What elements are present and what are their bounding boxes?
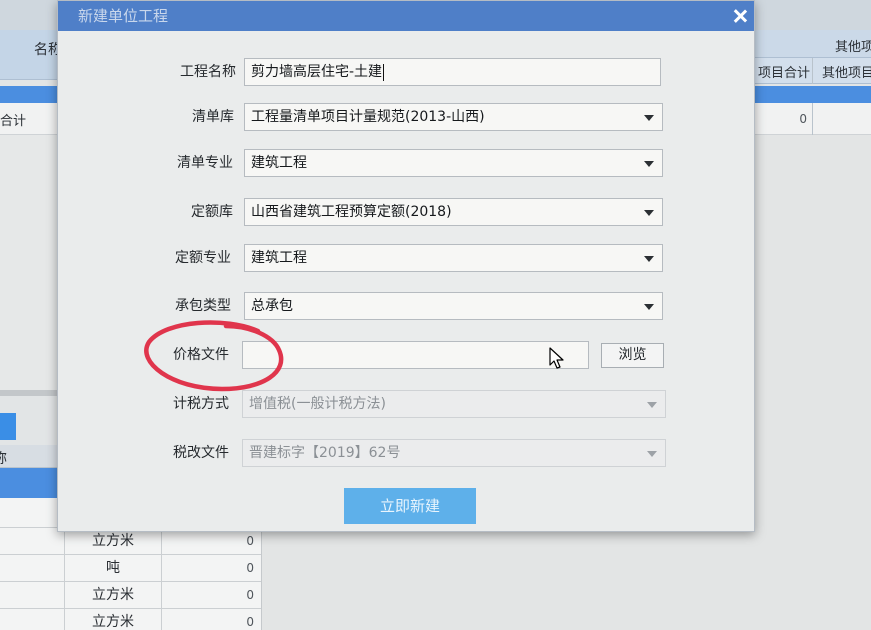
total-row[interactable]: 合计 [0,103,57,135]
toolbar-button[interactable] [0,413,16,440]
contract-type-select[interactable]: 总承包 [244,292,663,320]
create-now-button[interactable]: 立即新建 [344,488,476,524]
chevron-down-icon[interactable] [644,115,654,121]
empty-cell [0,528,65,555]
empty-cell [0,498,65,528]
selected-row[interactable] [0,86,57,103]
background-grid-right: 其他项 项目合计 其他项目 0 [755,0,871,400]
bill-specialty-select[interactable]: 建筑工程 [244,149,663,177]
table-row[interactable]: 吨 0 [0,555,261,582]
lower-grid-header: 称 [0,445,57,468]
tax-method-value: 增值税(一般计税方法) [249,396,386,412]
lower-grid-header-name: 称 [0,448,7,467]
grid-header-name: 名称 [34,42,57,58]
background-grid-left: 名称 合计 称 [0,0,57,498]
bill-library-value: 工程量清单项目计量规范(2013-山西) [251,109,485,125]
total-row-label: 合计 [0,114,27,129]
unit-cell: 立方米 [65,582,162,609]
empty-cell [0,555,65,582]
table-row[interactable]: 立方米 0 [0,582,261,609]
quota-specialty-select[interactable]: 建筑工程 [244,244,663,272]
unit-cell: 立方米 [65,528,162,555]
bill-specialty-value: 建筑工程 [251,155,307,171]
dialog-title-bar[interactable]: 新建单位工程 [58,1,754,31]
text-caret [383,63,385,81]
bill-library-label: 清单库 [192,109,234,125]
mouse-pointer-icon [549,347,564,369]
background-toolbar [755,0,871,30]
project-name-value: 剪力墙高层住宅-土建 [251,59,385,85]
tax-reform-file-select: 晋建标字【2019】62号 [242,439,666,467]
bill-specialty-label: 清单专业 [177,155,233,171]
chevron-down-icon [647,451,657,457]
dialog-title: 新建单位工程 [78,7,169,25]
price-file-input[interactable] [242,341,589,369]
tax-method-label: 计税方式 [173,396,229,412]
total-row[interactable]: 0 [755,103,871,135]
chevron-down-icon [647,402,657,408]
grid-empty-area [0,135,57,390]
quota-specialty-label: 定额专业 [175,250,231,266]
chevron-down-icon[interactable] [644,304,654,310]
close-icon[interactable] [733,9,747,23]
background-toolbar [0,0,57,30]
column-divider [812,103,813,135]
project-name-input[interactable]: 剪力墙高层住宅-土建 [244,58,661,86]
new-unit-project-dialog: 新建单位工程 工程名称 剪力墙高层住宅-土建 清单库 工程量清单项目计量规范(2… [57,0,755,532]
unit-cell: 吨 [65,555,162,582]
quantity-cell: 0 [162,528,261,555]
grid-header: 名称 [0,30,57,80]
quantity-cell: 0 [162,609,261,630]
lower-toolbar [0,396,57,445]
selected-row[interactable] [755,86,871,103]
quota-specialty-value: 建筑工程 [251,250,307,266]
quota-library-label: 定额库 [191,204,233,220]
quantity-cell: 0 [162,582,261,609]
quantity-cell: 0 [162,555,261,582]
price-file-label: 价格文件 [173,347,229,363]
bill-library-select[interactable]: 工程量清单项目计量规范(2013-山西) [244,103,663,131]
header-other-project: 其他项目 [822,66,871,81]
quota-library-select[interactable]: 山西省建筑工程预算定额(2018) [244,198,663,226]
tax-reform-file-value: 晋建标字【2019】62号 [249,445,401,461]
quota-library-value: 山西省建筑工程预算定额(2018) [251,204,452,220]
chevron-down-icon[interactable] [644,256,654,262]
chevron-down-icon[interactable] [644,210,654,216]
column-divider [812,58,813,84]
grid-header-group: 其他项 [755,30,871,58]
lower-selected-row[interactable] [0,468,57,498]
header-items-total: 项目合计 [758,66,811,81]
empty-cell [0,609,65,630]
unit-cell: 立方米 [65,609,162,630]
contract-type-value: 总承包 [251,298,293,314]
contract-type-label: 承包类型 [175,298,231,314]
tax-reform-file-label: 税改文件 [173,445,229,461]
empty-cell [0,582,65,609]
total-value: 0 [799,112,807,126]
project-name-text: 剪力墙高层住宅-土建 [251,64,383,80]
grid-subheader: 项目合计 其他项目 [755,58,871,84]
table-row[interactable]: 立方米 0 [0,609,261,630]
table-row[interactable]: 立方米 0 [0,528,261,555]
browse-button[interactable]: 浏览 [601,343,664,368]
tax-method-select: 增值税(一般计税方法) [242,390,666,418]
header-other-items: 其他项 [835,40,871,55]
project-name-label: 工程名称 [180,64,236,80]
chevron-down-icon[interactable] [644,161,654,167]
